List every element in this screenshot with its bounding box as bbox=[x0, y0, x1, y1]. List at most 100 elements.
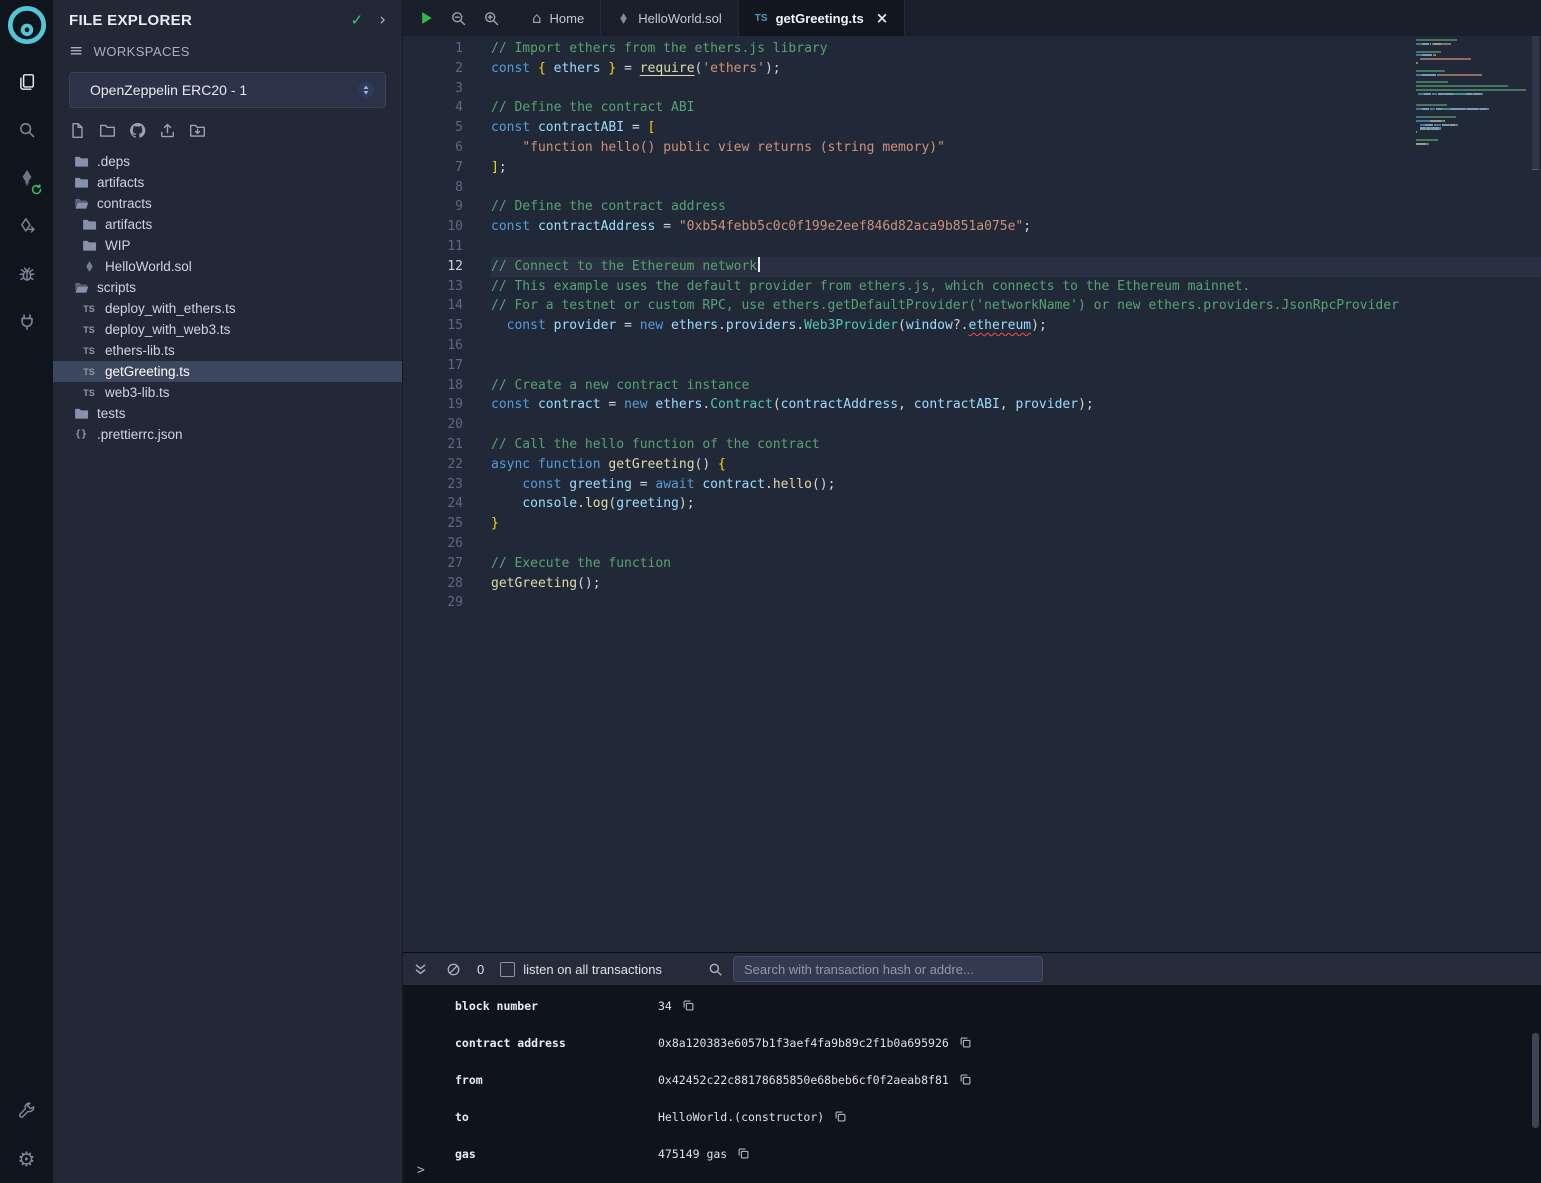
file-tree-item-ethers-lib-ts[interactable]: TSethers-lib.ts bbox=[53, 340, 402, 361]
detail-label: contract address bbox=[455, 1036, 658, 1050]
code-line-18[interactable]: // Create a new contract instance bbox=[491, 376, 1541, 396]
file-tree-item-wip[interactable]: WIP bbox=[53, 235, 402, 256]
ts-icon: TS bbox=[81, 388, 97, 398]
code-line-16[interactable] bbox=[491, 336, 1541, 356]
file-tree-item-artifacts[interactable]: artifacts bbox=[53, 214, 402, 235]
code-line-15[interactable]: const provider = new ethers.providers.We… bbox=[491, 316, 1541, 336]
code-line-12[interactable]: // Connect to the Ethereum network bbox=[491, 257, 1541, 277]
code-line-11[interactable] bbox=[491, 237, 1541, 257]
tab-helloworld-sol[interactable]: HelloWorld.sol bbox=[601, 0, 739, 36]
file-tree-item-helloworld-sol[interactable]: HelloWorld.sol bbox=[53, 256, 402, 277]
workspaces-menu-icon[interactable]: ≡ bbox=[69, 43, 84, 60]
code-line-26[interactable] bbox=[491, 534, 1541, 554]
file-tree-item-contracts[interactable]: contracts bbox=[53, 193, 402, 214]
editor-scrollbar[interactable] bbox=[1532, 36, 1539, 170]
line-number: 20 bbox=[403, 415, 463, 435]
code-line-14[interactable]: // For a testnet or custom RPC, use ethe… bbox=[491, 296, 1541, 316]
solidity-compiler-icon[interactable] bbox=[0, 154, 53, 202]
zoom-out-icon[interactable] bbox=[450, 10, 467, 27]
run-script-button[interactable] bbox=[419, 10, 434, 26]
code-line-17[interactable] bbox=[491, 356, 1541, 376]
code-line-3[interactable] bbox=[491, 79, 1541, 99]
code-line-28[interactable]: getGreeting(); bbox=[491, 574, 1541, 594]
copy-icon[interactable] bbox=[737, 1147, 750, 1160]
activity-bar: ⚙ bbox=[0, 0, 53, 1183]
transaction-detail-row: contract address0x8a120383e6057b1f3aef4f… bbox=[455, 1024, 1541, 1061]
file-tree-item-deploy-with-web3-ts[interactable]: TSdeploy_with_web3.ts bbox=[53, 319, 402, 340]
file-tree-item--deps[interactable]: .deps bbox=[53, 151, 402, 172]
remix-logo[interactable] bbox=[0, 0, 53, 52]
close-tab-icon[interactable]: × bbox=[876, 11, 889, 26]
copy-icon[interactable] bbox=[959, 1036, 972, 1049]
terminal-prompt[interactable]: > bbox=[417, 1163, 425, 1178]
terminal-collapse-icon[interactable] bbox=[413, 962, 428, 977]
tab-getgreeting-ts[interactable]: TS getGreeting.ts × bbox=[739, 0, 905, 36]
line-number: 3 bbox=[403, 79, 463, 99]
code-line-10[interactable]: const contractAddress = "0xb54febb5c0c0f… bbox=[491, 217, 1541, 237]
code-line-7[interactable]: ]; bbox=[491, 158, 1541, 178]
file-tree-item-deploy-with-ethers-ts[interactable]: TSdeploy_with_ethers.ts bbox=[53, 298, 402, 319]
file-tree-item-artifacts[interactable]: artifacts bbox=[53, 172, 402, 193]
code-line-8[interactable] bbox=[491, 178, 1541, 198]
compiler-refresh-badge-icon bbox=[31, 184, 42, 195]
plugin-manager-icon[interactable] bbox=[0, 298, 53, 346]
search-icon[interactable] bbox=[0, 106, 53, 154]
debugger-icon[interactable] bbox=[0, 250, 53, 298]
code-line-19[interactable]: const contract = new ethers.Contract(con… bbox=[491, 395, 1541, 415]
code-line-4[interactable]: // Define the contract ABI bbox=[491, 98, 1541, 118]
code-line-2[interactable]: const { ethers } = require('ethers'); bbox=[491, 59, 1541, 79]
file-name: getGreeting.ts bbox=[105, 364, 190, 379]
check-icon[interactable]: ✓ bbox=[351, 13, 364, 28]
code-line-5[interactable]: const contractABI = [ bbox=[491, 118, 1541, 138]
code-line-25[interactable]: } bbox=[491, 514, 1541, 534]
line-number: 14 bbox=[403, 296, 463, 316]
code-line-20[interactable] bbox=[491, 415, 1541, 435]
build-icon[interactable] bbox=[0, 1087, 53, 1135]
code-line-1[interactable]: // Import ethers from the ethers.js libr… bbox=[491, 39, 1541, 59]
chevron-right-icon[interactable]: › bbox=[379, 12, 386, 29]
code-line-6[interactable]: "function hello() public view returns (s… bbox=[491, 138, 1541, 158]
terminal-scrollbar[interactable] bbox=[1532, 1033, 1539, 1128]
terminal: 0 listen on all transactions block numbe… bbox=[403, 952, 1541, 1183]
copy-icon[interactable] bbox=[959, 1073, 972, 1086]
zoom-in-icon[interactable] bbox=[483, 10, 500, 27]
code-editor[interactable]: 1234567891011121314151617181920212223242… bbox=[403, 36, 1541, 952]
code-line-22[interactable]: async function getGreeting() { bbox=[491, 455, 1541, 475]
editor-code[interactable]: // Import ethers from the ethers.js libr… bbox=[473, 36, 1541, 952]
ts-icon: TS bbox=[81, 304, 97, 314]
file-explorer-icon[interactable] bbox=[0, 58, 53, 106]
copy-icon[interactable] bbox=[834, 1110, 847, 1123]
solidity-file-icon bbox=[617, 12, 630, 25]
minimap[interactable] bbox=[1416, 39, 1528, 150]
clear-console-icon[interactable] bbox=[446, 962, 461, 977]
settings-gear-icon[interactable]: ⚙ bbox=[0, 1135, 53, 1183]
deploy-run-icon[interactable] bbox=[0, 202, 53, 250]
file-name: WIP bbox=[105, 238, 131, 253]
file-tree-item-scripts[interactable]: scripts bbox=[53, 277, 402, 298]
new-file-icon[interactable] bbox=[69, 122, 86, 139]
file-tree-item-getgreeting-ts[interactable]: TSgetGreeting.ts bbox=[53, 361, 402, 382]
workspace-options-icon[interactable] bbox=[357, 81, 375, 99]
workspace-select[interactable]: OpenZeppelin ERC20 - 1 bbox=[69, 72, 386, 108]
file-tree-item--prettierrc-json[interactable]: {}.prettierrc.json bbox=[53, 424, 402, 445]
code-line-27[interactable]: // Execute the function bbox=[491, 554, 1541, 574]
tab-home[interactable]: ⌂ Home bbox=[516, 0, 601, 36]
file-tree-item-web3-lib-ts[interactable]: TSweb3-lib.ts bbox=[53, 382, 402, 403]
new-folder-icon[interactable] bbox=[99, 122, 116, 139]
file-name: ethers-lib.ts bbox=[105, 343, 175, 358]
code-line-13[interactable]: // This example uses the default provide… bbox=[491, 277, 1541, 297]
github-icon[interactable] bbox=[129, 122, 146, 139]
line-number: 19 bbox=[403, 395, 463, 415]
code-line-24[interactable]: console.log(greeting); bbox=[491, 494, 1541, 514]
file-tree-item-tests[interactable]: tests bbox=[53, 403, 402, 424]
copy-icon[interactable] bbox=[682, 999, 695, 1012]
code-line-29[interactable] bbox=[491, 593, 1541, 613]
terminal-search-input[interactable] bbox=[733, 956, 1043, 982]
tab-label: Home bbox=[550, 11, 585, 26]
upload-file-icon[interactable] bbox=[159, 122, 176, 139]
code-line-23[interactable]: const greeting = await contract.hello(); bbox=[491, 475, 1541, 495]
upload-folder-icon[interactable] bbox=[189, 122, 206, 139]
code-line-9[interactable]: // Define the contract address bbox=[491, 197, 1541, 217]
listen-checkbox[interactable] bbox=[500, 962, 515, 977]
code-line-21[interactable]: // Call the hello function of the contra… bbox=[491, 435, 1541, 455]
